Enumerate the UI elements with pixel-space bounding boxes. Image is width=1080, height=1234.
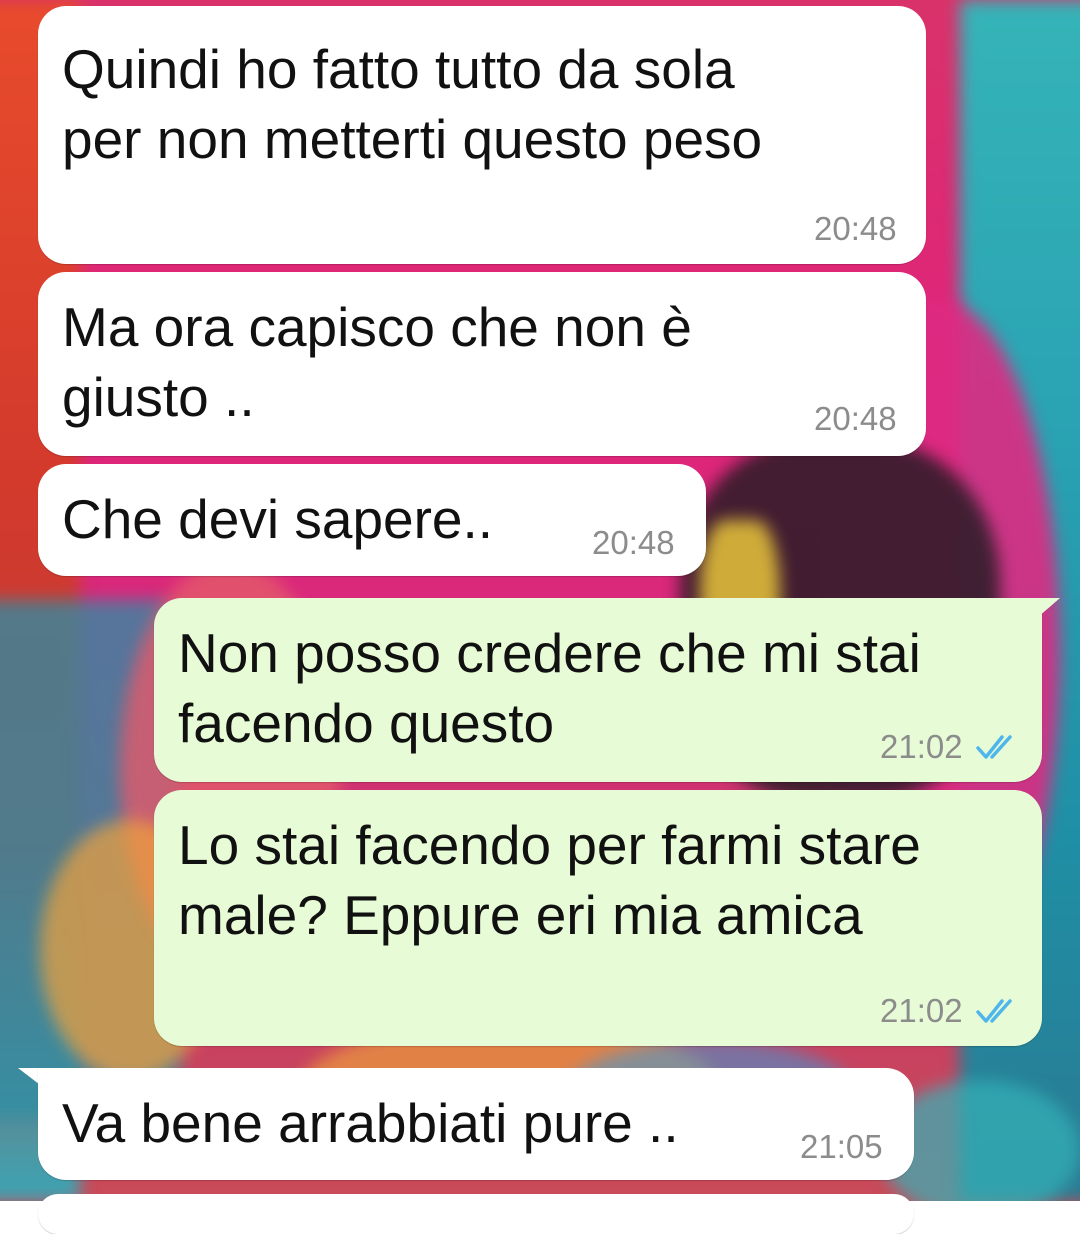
message-bubble-outgoing[interactable]: Non posso credere che mi stai facendo qu… bbox=[154, 598, 1042, 782]
message-bubble-incoming[interactable]: Che devi sapere.. 20:48 bbox=[38, 464, 706, 576]
message-timestamp: 21:02 bbox=[880, 728, 963, 765]
message-bubble-incoming[interactable]: Quindi ho fatto tutto da sola per non me… bbox=[38, 6, 926, 264]
message-timestamp: 21:02 bbox=[880, 992, 963, 1029]
message-bubble-partial[interactable] bbox=[38, 1194, 914, 1234]
bubble-tail-outgoing bbox=[1030, 598, 1060, 624]
double-check-icon bbox=[976, 999, 1012, 1023]
message-text: Ma ora capisco che non è giusto .. bbox=[62, 296, 692, 428]
message-bubble-incoming[interactable]: Va bene arrabbiati pure .. 21:05 bbox=[38, 1068, 914, 1180]
message-timestamp: 21:05 bbox=[800, 1128, 883, 1165]
message-timestamp: 20:48 bbox=[814, 400, 897, 437]
message-timestamp: 20:48 bbox=[592, 524, 675, 561]
message-text: Va bene arrabbiati pure .. bbox=[62, 1092, 679, 1154]
message-bubble-incoming[interactable]: Ma ora capisco che non è giusto .. 20:48 bbox=[38, 272, 926, 456]
message-timestamp: 20:48 bbox=[814, 210, 897, 247]
double-check-icon bbox=[976, 735, 1012, 759]
message-text: Lo stai facendo per farmi stare male? Ep… bbox=[178, 814, 921, 946]
message-bubble-outgoing[interactable]: Lo stai facendo per farmi stare male? Ep… bbox=[154, 790, 1042, 1046]
message-text: Che devi sapere.. bbox=[62, 488, 494, 550]
message-text: Quindi ho fatto tutto da sola per non me… bbox=[62, 38, 763, 170]
